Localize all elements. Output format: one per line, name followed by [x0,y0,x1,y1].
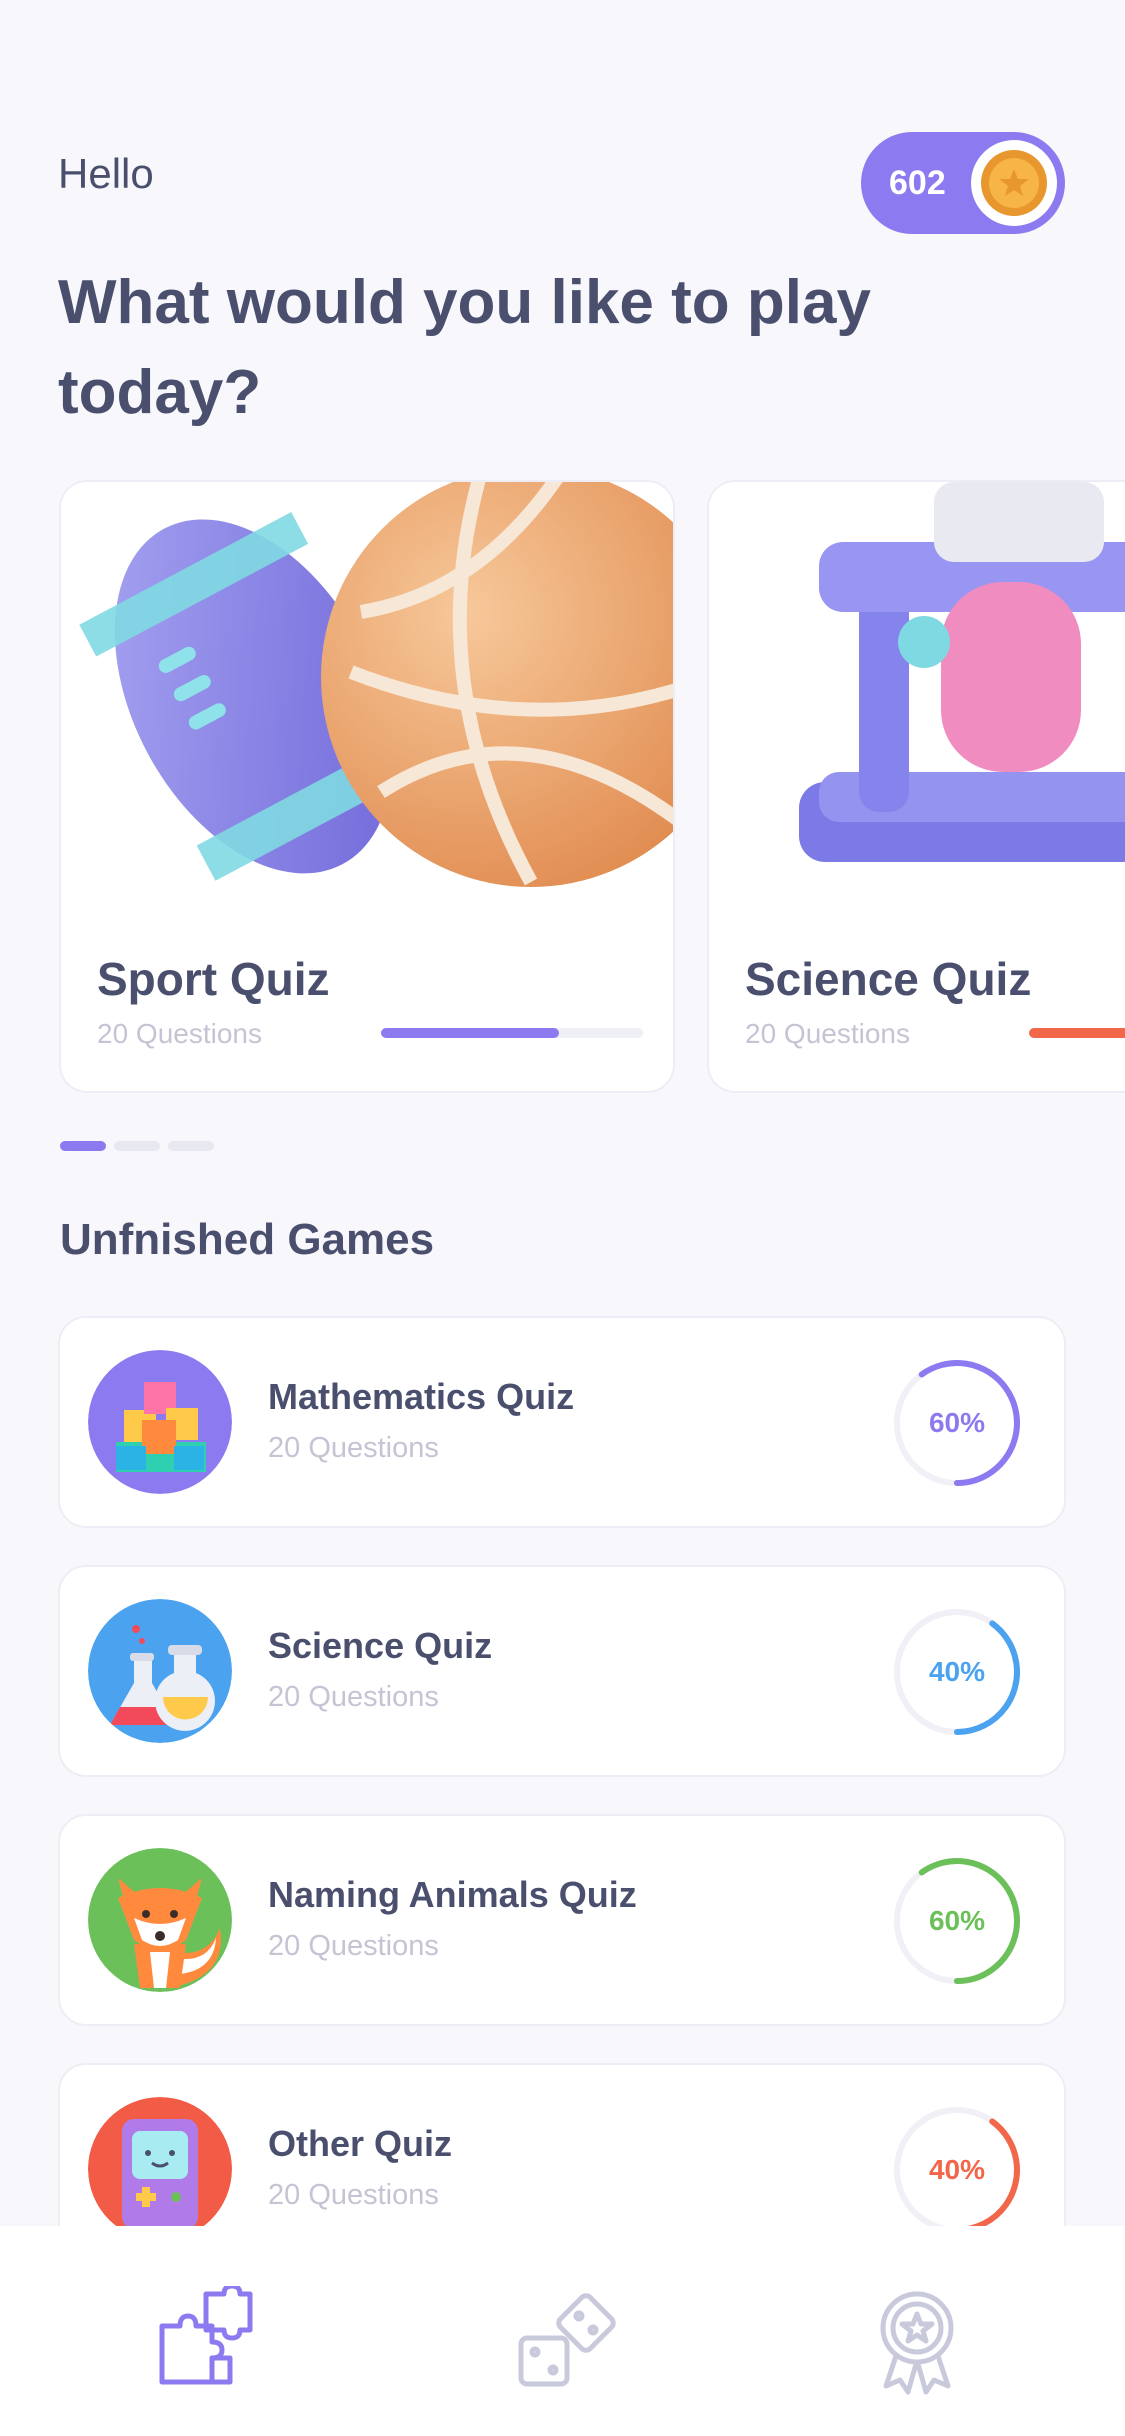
featured-quiz-questions: 20 Questions [97,1018,262,1049]
carousel-page-indicator[interactable] [60,1141,214,1151]
game-title: Other Quiz [268,2123,453,2164]
carousel-dot[interactable] [168,1141,214,1151]
fox-icon [88,1848,232,1992]
dice-tab[interactable] [507,2286,617,2396]
flasks-icon [88,1599,232,1743]
featured-quiz-card-sport[interactable]: Sport Quiz 20 Questions [59,480,675,1093]
featured-quiz-questions: 20 Questions [745,1018,910,1049]
section-title-unfinished: Unfnished Games [60,1215,435,1264]
greeting: Hello [58,150,154,197]
puzzle-tab[interactable] [150,2283,260,2396]
game-title: Science Quiz [268,1625,493,1666]
bottom-tab-bar [0,2226,1125,2436]
featured-quiz-title: Science Quiz [745,953,1032,1005]
carousel-dot[interactable] [114,1141,160,1151]
game-title: Naming Animals Quiz [268,1874,637,1915]
featured-quiz-title: Sport Quiz [97,953,330,1005]
featured-quiz-card-science[interactable]: Science Quiz 20 Questions [707,480,1125,1093]
game-console-icon [88,2097,232,2241]
featured-quiz-progress-fill [381,1028,560,1038]
game-questions: 20 Questions [268,1681,439,1713]
unfinished-game-row[interactable]: Science Quiz 20 Questions 40% [58,1565,1066,1777]
game-questions: 20 Questions [268,1432,439,1464]
progress-percent: 60% [928,1407,986,1438]
unfinished-game-row[interactable]: Naming Animals Quiz 20 Questions 60% [58,1814,1066,2026]
game-title: Mathematics Quiz [268,1376,575,1417]
sports-balls-icon [79,482,673,887]
featured-quiz-progress-fill [1029,1028,1125,1038]
unfinished-game-row[interactable]: Mathematics Quiz 20 Questions 60% [58,1316,1066,1528]
puzzle-icon [159,2283,253,2385]
award-tab[interactable] [862,2286,972,2396]
game-questions: 20 Questions [268,2179,439,2211]
coin-balance-button[interactable]: 602 [861,132,1065,234]
cubes-icon [88,1350,232,1494]
featured-quiz-progress [381,1028,643,1038]
progress-percent: 40% [928,1656,986,1687]
coin-count: 602 [889,164,946,202]
featured-quiz-progress [1029,1028,1125,1038]
carousel-dot[interactable] [60,1141,106,1151]
progress-percent: 60% [928,1905,986,1936]
award-icon [880,2291,954,2395]
page-title: What would you like to play today? [58,268,871,427]
test-tubes-icon [799,482,1125,862]
dice-icon [518,2293,616,2387]
progress-percent: 40% [928,2154,986,2185]
featured-quiz-carousel[interactable]: Sport Quiz 20 Questions Science Quiz 20 … [0,480,1125,1095]
game-questions: 20 Questions [268,1930,439,1962]
coin-icon [971,140,1057,226]
